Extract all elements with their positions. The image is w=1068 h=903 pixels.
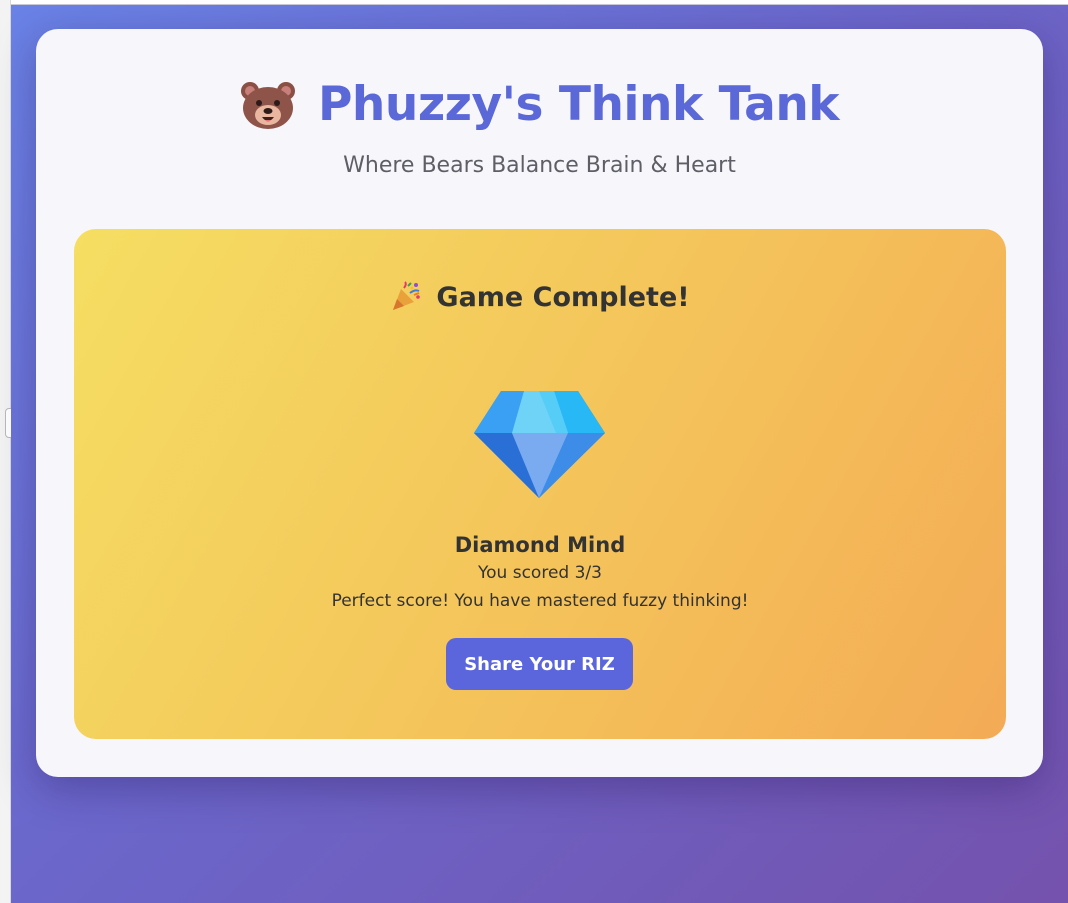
bear-face-icon xyxy=(240,80,296,130)
app-subtitle: Where Bears Balance Brain & Heart xyxy=(343,152,736,178)
panel-heading: Game Complete! xyxy=(74,281,1006,318)
rank-name: Diamond Mind xyxy=(454,533,626,557)
title-row: Phuzzy's Think Tank xyxy=(240,77,840,132)
panel-title: Game Complete! xyxy=(436,281,690,313)
page-background: Phuzzy's Think Tank Where Bears Balance … xyxy=(11,4,1068,903)
app-title: Phuzzy's Think Tank xyxy=(317,77,840,132)
game-complete-panel: Game Complete! Diamond Mind You scored 3… xyxy=(74,229,1006,739)
party-popper-icon xyxy=(390,281,422,313)
score-text: You scored 3/3 xyxy=(478,563,602,583)
browser-side-strip xyxy=(0,0,11,903)
result-message: Perfect score! You have mastered fuzzy t… xyxy=(331,591,749,611)
app-header: Phuzzy's Think Tank Where Bears Balance … xyxy=(36,77,1043,178)
app-card: Phuzzy's Think Tank Where Bears Balance … xyxy=(36,29,1043,777)
share-button[interactable]: Share Your RIZ xyxy=(446,638,633,690)
gem-icon xyxy=(474,391,605,498)
